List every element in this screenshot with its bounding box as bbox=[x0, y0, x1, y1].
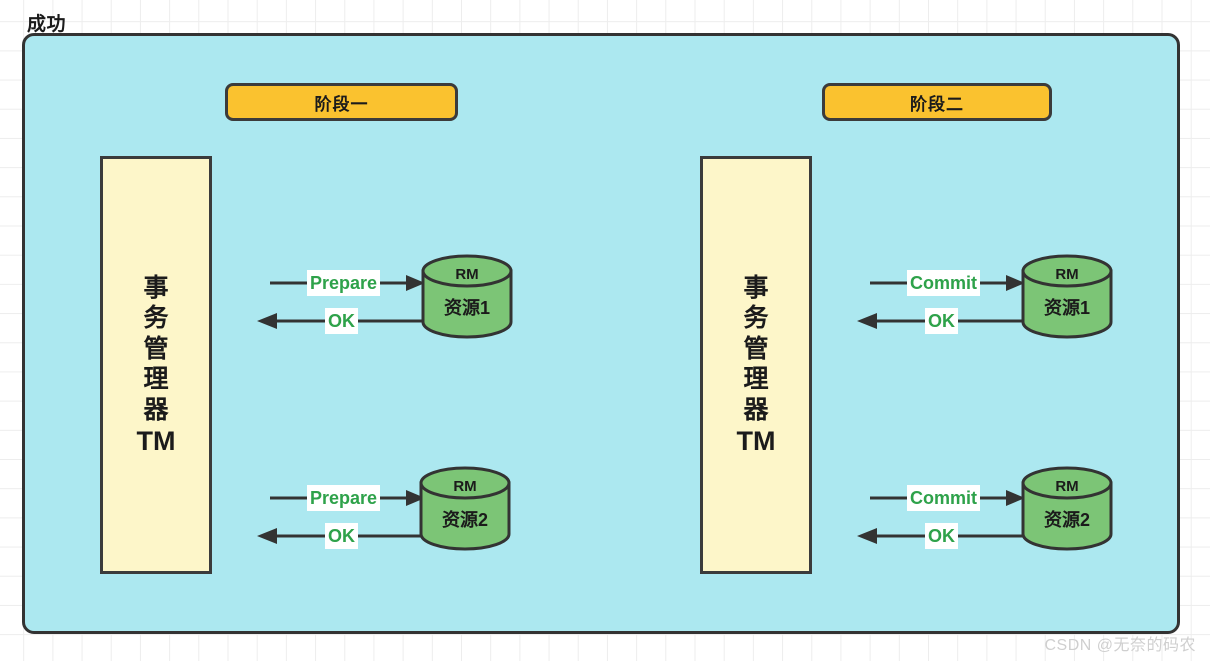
success-container: 阶段一 事 务 管 理 器 TM Prepare OK RM 资源1 Prepa… bbox=[22, 33, 1180, 634]
tm-char: 器 bbox=[743, 395, 769, 424]
tm-char: 管 bbox=[143, 334, 169, 363]
arrow-ok-phase-1-resource-1: OK bbox=[257, 308, 425, 334]
arrow-label-response: OK bbox=[325, 523, 358, 549]
resource-manager-cylinder-phase-1-resource-1: RM 资源1 bbox=[420, 254, 514, 339]
transaction-manager-box-phase-1: 事 务 管 理 器 TM bbox=[100, 156, 212, 574]
resource-manager-cylinder-phase-1-resource-2: RM 资源2 bbox=[418, 466, 512, 551]
tm-char: 事 bbox=[743, 273, 769, 302]
arrow-label-response: OK bbox=[925, 308, 958, 334]
phase-pill-1: 阶段一 bbox=[225, 83, 458, 121]
tm-char: 理 bbox=[743, 365, 769, 394]
tm-char: 务 bbox=[143, 304, 169, 333]
arrow-commit-phase-2-resource-1: Commit bbox=[870, 270, 1025, 296]
arrow-label-response: OK bbox=[925, 523, 958, 549]
tm-char: 理 bbox=[143, 365, 169, 394]
phase-pill-2-label: 阶段二 bbox=[910, 94, 964, 114]
arrow-label-request: Prepare bbox=[307, 270, 381, 296]
arrow-ok-phase-2-resource-1: OK bbox=[857, 308, 1025, 334]
tm-char: 事 bbox=[143, 273, 169, 302]
arrow-label-response: OK bbox=[325, 308, 358, 334]
arrow-label-request: Commit bbox=[907, 270, 980, 296]
tm-vertical-label-phase-2: 事 务 管 理 器 bbox=[743, 273, 768, 426]
tm-latin-label-phase-1: TM bbox=[136, 426, 176, 457]
tm-vertical-label-phase-1: 事 务 管 理 器 bbox=[143, 273, 168, 426]
phase-pill-2: 阶段二 bbox=[822, 83, 1052, 121]
transaction-manager-box-phase-2: 事 务 管 理 器 TM bbox=[700, 156, 812, 574]
arrow-label-request: Prepare bbox=[307, 485, 381, 511]
arrow-commit-phase-2-resource-2: Commit bbox=[870, 485, 1025, 511]
watermark: CSDN @无奈的码农 bbox=[1044, 637, 1196, 654]
arrow-ok-phase-2-resource-2: OK bbox=[857, 523, 1025, 549]
arrow-label-request: Commit bbox=[907, 485, 980, 511]
tm-char: 务 bbox=[743, 304, 769, 333]
phase-pill-1-label: 阶段一 bbox=[314, 94, 369, 114]
arrow-prepare-phase-1-resource-1: Prepare bbox=[270, 270, 425, 296]
resource-manager-cylinder-phase-2-resource-2: RM 资源2 bbox=[1020, 466, 1114, 551]
page-title: 成功 bbox=[27, 14, 67, 35]
arrow-prepare-phase-1-resource-2: Prepare bbox=[270, 485, 425, 511]
arrow-ok-phase-1-resource-2: OK bbox=[257, 523, 425, 549]
resource-manager-cylinder-phase-2-resource-1: RM 资源1 bbox=[1020, 254, 1114, 339]
tm-char: 器 bbox=[143, 395, 169, 424]
tm-char: 管 bbox=[743, 334, 769, 363]
tm-latin-label-phase-2: TM bbox=[736, 426, 776, 457]
